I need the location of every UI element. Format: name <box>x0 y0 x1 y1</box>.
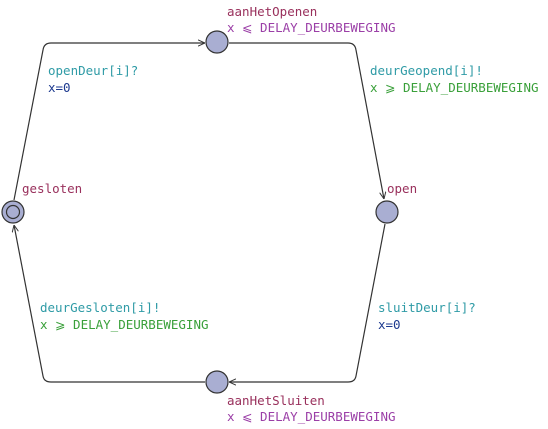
edge-open-to-aanHetSluiten-update: x=0 <box>378 317 401 332</box>
edge-aanHetOpenen-to-open-guard: x ⩾ DELAY_DEURBEWEGING <box>370 80 539 95</box>
state-open[interactable] <box>375 200 399 224</box>
edge-open-to-aanHetSluiten-sync: sluitDeur[i]? <box>378 300 476 315</box>
edge-gesloten-to-aanHetOpenen-update: x=0 <box>48 80 71 95</box>
state-open-name: open <box>387 181 417 196</box>
edge-aanHetOpenen-to-open-sync: deurGeopend[i]! <box>370 63 483 78</box>
edge-aanHetSluiten-to-gesloten-sync: deurGesloten[i]! <box>40 300 160 315</box>
state-aanHetOpenen-name: aanHetOpenen <box>227 4 317 19</box>
edge-open-to-aanHetSluiten[interactable] <box>229 223 386 382</box>
state-aanHetSluiten-invariant: x ⩽ DELAY_DEURBEWEGING <box>227 409 396 424</box>
state-aanHetSluiten-name: aanHetSluiten <box>227 393 325 408</box>
automaton-diagram: gesloten aanHetOpenen open aanHetSluiten… <box>1 4 539 424</box>
state-gesloten[interactable] <box>1 200 25 224</box>
edge-gesloten-to-aanHetOpenen-sync: openDeur[i]? <box>48 63 138 78</box>
edge-aanHetOpenen-to-open[interactable] <box>229 42 384 199</box>
edge-aanHetSluiten-to-gesloten-guard: x ⩾ DELAY_DEURBEWEGING <box>40 317 209 332</box>
state-aanHetOpenen[interactable] <box>205 30 229 54</box>
state-aanHetOpenen-invariant: x ⩽ DELAY_DEURBEWEGING <box>227 20 396 35</box>
state-gesloten-name: gesloten <box>22 181 82 196</box>
state-aanHetSluiten[interactable] <box>205 370 229 394</box>
